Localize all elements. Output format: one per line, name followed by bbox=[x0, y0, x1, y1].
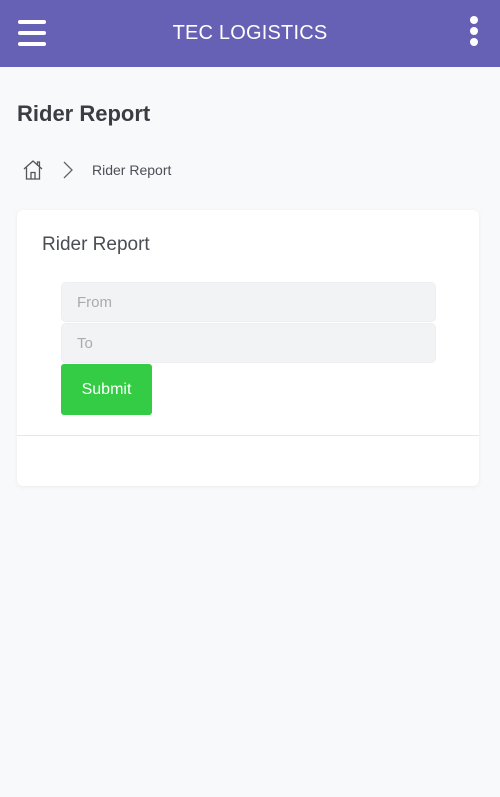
submit-button[interactable]: Submit bbox=[61, 364, 152, 415]
home-icon[interactable] bbox=[22, 159, 44, 181]
to-date-input[interactable] bbox=[61, 323, 436, 363]
breadcrumb-current: Rider Report bbox=[92, 162, 172, 178]
app-title: TEC LOGISTICS bbox=[172, 22, 328, 44]
breadcrumb: Rider Report bbox=[22, 157, 171, 183]
chevron-right-icon bbox=[63, 161, 73, 179]
card-divider bbox=[17, 435, 479, 436]
app-header: TEC LOGISTICS bbox=[0, 0, 500, 67]
hamburger-menu-icon[interactable] bbox=[18, 20, 46, 46]
page-title: Rider Report bbox=[17, 101, 151, 126]
from-date-input[interactable] bbox=[61, 282, 436, 322]
card-title: Rider Report bbox=[42, 234, 150, 255]
more-vertical-icon[interactable] bbox=[468, 16, 480, 46]
report-card: Rider Report Submit bbox=[17, 210, 479, 486]
